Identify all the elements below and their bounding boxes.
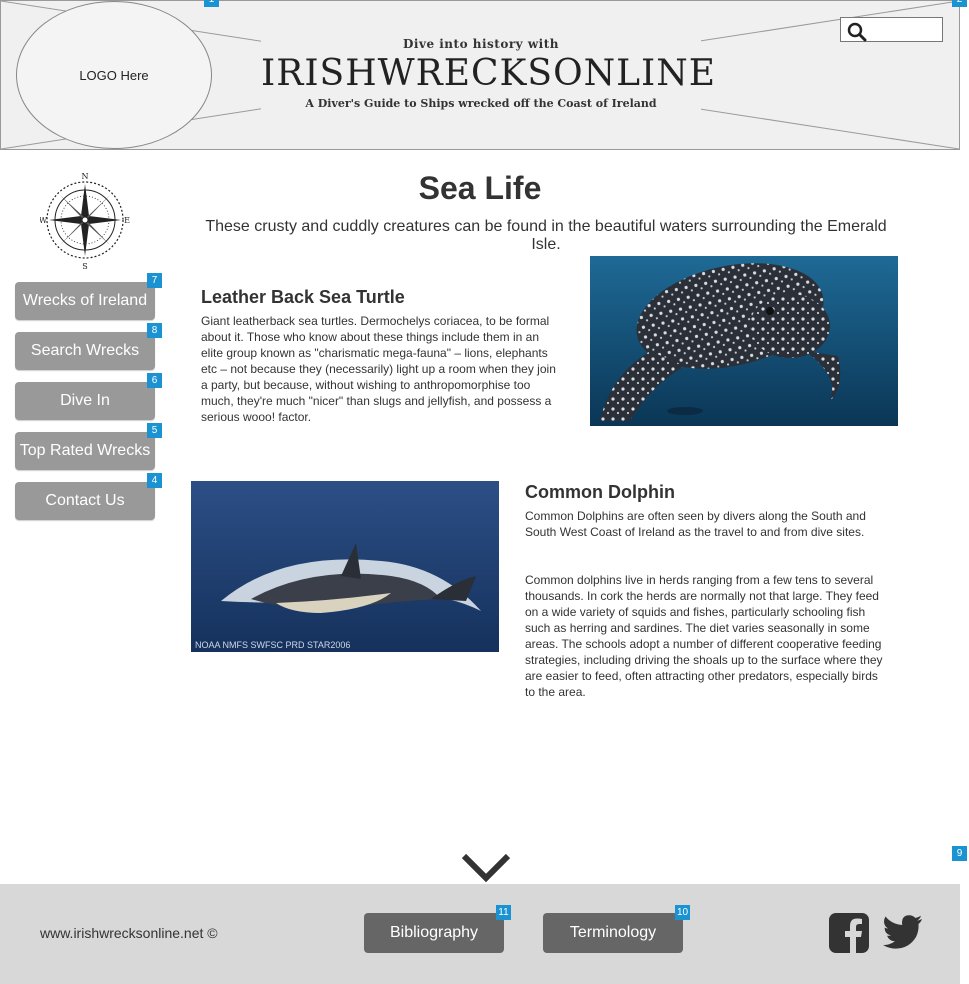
svg-text:E: E	[124, 216, 130, 225]
site-brand-name: IRISHWRECKSONLINE	[261, 53, 717, 94]
nav-search-wrecks[interactable]: Search Wrecks	[15, 332, 155, 370]
twitter-icon[interactable]	[883, 915, 923, 949]
logo-text: LOGO Here	[79, 67, 149, 83]
compass-icon: N S W E	[40, 172, 130, 270]
page-title: Sea Life	[418, 170, 542, 206]
nav-wrecks-of-ireland[interactable]: Wrecks of Ireland	[15, 282, 155, 320]
footer-copyright: www.irishwrecksonline.net ©	[40, 925, 218, 941]
annotation-badge: 8	[147, 323, 162, 338]
annotation-badge: 2	[952, 0, 967, 7]
dolphin-section-text-1: Common Dolphins are often seen by divers…	[525, 509, 866, 539]
annotation-badge: 10	[675, 905, 690, 920]
photo-credit: NOAA NMFS SWFSC PRD STAR2006	[195, 640, 351, 650]
annotation-badge: 4	[147, 473, 162, 488]
turtle-section-title: Leather Back Sea Turtle	[201, 287, 405, 307]
dolphin-section-text-2: Common dolphins live in herds ranging fr…	[525, 573, 883, 699]
turtle-photo	[590, 256, 898, 426]
facebook-icon[interactable]	[829, 913, 869, 953]
search-input[interactable]	[840, 17, 943, 42]
annotation-badge: 11	[496, 905, 511, 920]
site-header: LOGO Here Dive into history with IRISHWR…	[0, 0, 960, 150]
annotation-badge: 6	[147, 373, 162, 388]
annotation-badge: 1	[204, 0, 219, 7]
svg-text:S: S	[82, 262, 87, 270]
annotation-badge: 9	[952, 846, 967, 861]
nav-contact-us[interactable]: Contact Us	[15, 482, 155, 520]
nav-top-rated-wrecks[interactable]: Top Rated Wrecks	[15, 432, 155, 470]
scroll-down-chevron-icon[interactable]	[460, 852, 512, 886]
site-tagline: Dive into history with	[403, 37, 559, 51]
svg-text:N: N	[82, 172, 89, 181]
terminology-button[interactable]: Terminology	[543, 913, 683, 953]
site-subtagline: A Diver's Guide to Ships wrecked off the…	[305, 97, 657, 110]
logo-placeholder[interactable]: LOGO Here	[16, 1, 212, 149]
page-intro: These crusty and cuddly creatures can be…	[205, 218, 887, 253]
annotation-badge: 5	[147, 423, 162, 438]
dolphin-photo: NOAA NMFS SWFSC PRD STAR2006	[191, 481, 499, 652]
turtle-section-text: Giant leatherback sea turtles. Dermochel…	[201, 314, 556, 424]
search-icon	[847, 22, 867, 42]
site-title-block: Dive into history with IRISHWRECKSONLINE…	[261, 37, 717, 110]
dolphin-section-title: Common Dolphin	[525, 482, 675, 502]
site-footer: www.irishwrecksonline.net © Bibliography…	[0, 884, 960, 984]
svg-text:W: W	[40, 216, 48, 225]
nav-dive-in[interactable]: Dive In	[15, 382, 155, 420]
annotation-badge: 7	[147, 273, 162, 288]
bibliography-button[interactable]: Bibliography	[364, 913, 504, 953]
